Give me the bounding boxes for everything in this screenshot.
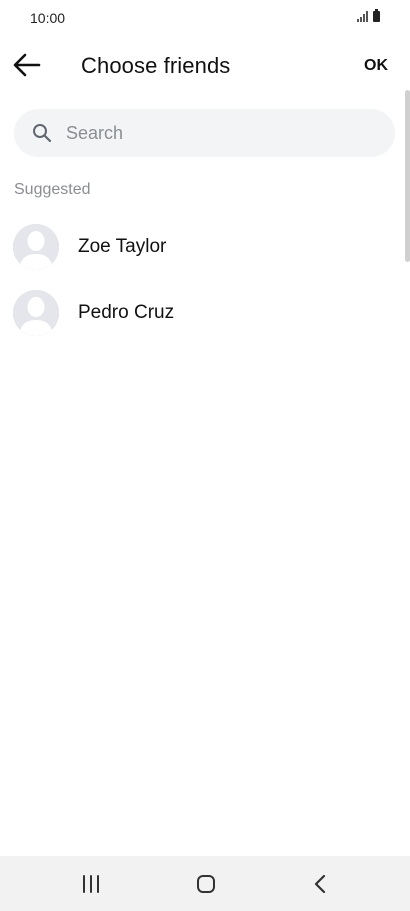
- page-title: Choose friends: [81, 53, 231, 78]
- recents-button[interactable]: [79, 872, 103, 896]
- section-label-suggested: Suggested: [14, 181, 91, 198]
- battery-icon: [373, 9, 380, 22]
- default-avatar-icon: [13, 290, 59, 336]
- friend-row[interactable]: Pedro Cruz: [0, 282, 400, 344]
- status-icons: [357, 9, 380, 22]
- ok-button[interactable]: OK: [364, 57, 388, 75]
- friend-row[interactable]: Zoe Taylor: [0, 216, 400, 278]
- default-avatar-icon: [13, 224, 59, 270]
- search-icon: [33, 124, 52, 143]
- search-input[interactable]: [66, 109, 376, 157]
- back-button[interactable]: [10, 50, 44, 80]
- back-chevron-icon: [314, 874, 326, 894]
- scrollbar[interactable]: [405, 90, 410, 262]
- system-nav-bar: [0, 856, 410, 911]
- home-icon: [197, 875, 215, 893]
- search-box[interactable]: [14, 109, 395, 157]
- friend-name: Zoe Taylor: [78, 236, 167, 257]
- nav-back-button[interactable]: [309, 872, 333, 896]
- arrow-left-icon: [13, 53, 41, 77]
- signal-icon: [357, 11, 368, 22]
- recents-icon: [83, 875, 99, 893]
- home-button[interactable]: [194, 872, 218, 896]
- status-bar: 10:00: [0, 0, 410, 38]
- friend-name: Pedro Cruz: [78, 302, 175, 323]
- app-header: Choose friends OK: [0, 38, 410, 94]
- status-time: 10:00: [30, 10, 66, 26]
